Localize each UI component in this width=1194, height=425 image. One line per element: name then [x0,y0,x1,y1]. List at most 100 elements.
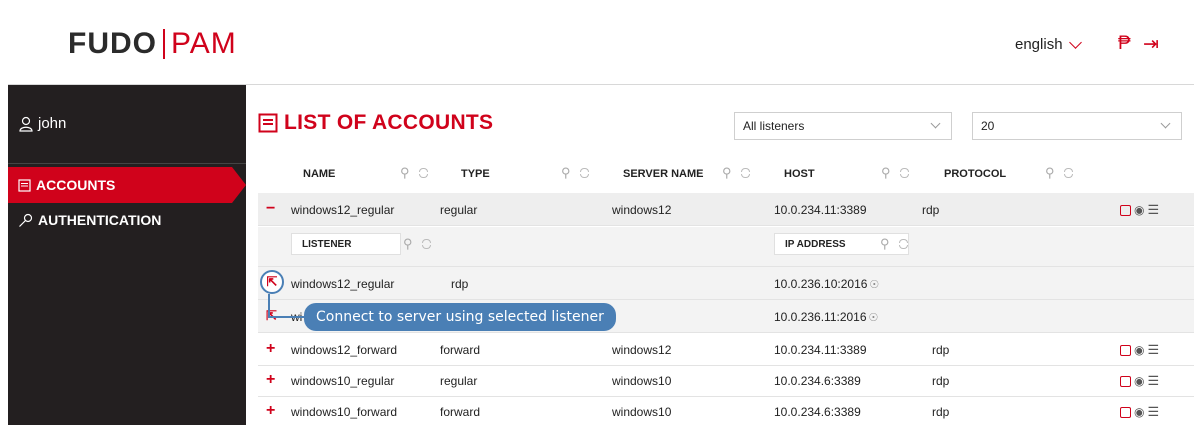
edit-icon[interactable] [1120,344,1131,356]
connect-icon[interactable]: ⇱ [260,270,284,294]
tooltip: Connect to server using selected listene… [304,303,616,331]
host-column-tools: ⚲ [881,165,909,181]
cell-name: windows10_regular [291,374,395,388]
sort-icon[interactable] [579,167,589,179]
list-icon[interactable]: ☰ [1147,373,1159,389]
language-selector[interactable]: english [1015,35,1082,53]
sort-icon[interactable] [899,167,909,179]
list-icon[interactable]: ☰ [1147,404,1159,420]
listener-subheader-row: LISTENER ⚲ IP ADDRESS ⚲ [258,227,1194,267]
callout-line [268,316,304,318]
row-actions: ◉ ☰ [1120,373,1159,389]
eye-icon[interactable]: ◉ [1134,374,1144,388]
search-icon[interactable]: ⚲ [400,165,410,181]
edit-icon[interactable] [1120,406,1131,418]
sort-icon[interactable] [898,238,908,250]
cell-protocol: rdp [932,343,950,357]
column-header-name[interactable]: NAME [303,163,335,185]
table-row[interactable]: − windows12_regular regular windows12 10… [258,193,1194,226]
logo-fudo: FUDO [68,27,157,60]
page-size-value: 20 [981,119,995,133]
eye-icon[interactable]: ◉ [1134,405,1144,419]
subheader-ip-label: IP ADDRESS [785,238,846,250]
cell-server: windows12 [612,343,672,357]
list-icon[interactable]: ☰ [1147,202,1159,218]
search-icon[interactable]: ⚲ [880,236,890,252]
protocol-column-tools: ⚲ [1045,165,1073,181]
type-column-tools: ⚲ [561,165,589,181]
cell-server: windows10 [612,405,672,419]
name-column-tools: ⚲ [400,165,428,181]
listener-ip-value: 10.0.236.11:2016 [774,310,867,324]
table-row[interactable]: + windows10_regular regular windows10 10… [258,364,1194,397]
key-icon [19,213,33,227]
listener-filter-select[interactable]: All listeners [734,112,952,140]
page-title: LIST OF ACCOUNTS [258,111,493,135]
logo-pam: PAM [171,27,237,60]
page-title-text: LIST OF ACCOUNTS [284,111,494,134]
table-row[interactable]: + windows12_forward forward windows12 10… [258,333,1194,366]
sidebar-item-accounts[interactable]: ACCOUNTS [8,167,246,203]
search-icon[interactable]: ⚲ [881,165,891,181]
search-icon[interactable]: ⚲ [561,165,571,181]
sort-icon[interactable] [421,238,431,250]
list-icon[interactable]: ☰ [1147,342,1159,358]
eye-icon[interactable]: ◉ [1134,203,1144,217]
edit-icon[interactable] [1120,375,1131,387]
sidebar-divider [8,163,246,164]
expand-icon[interactable]: + [266,402,275,420]
cell-type: forward [440,405,481,419]
language-label: english [1015,36,1063,53]
column-header-type[interactable]: TYPE [461,163,490,185]
page-size-select[interactable]: 20 [972,112,1182,140]
server-column-tools: ⚲ [722,165,750,181]
subheader-listener-label: LISTENER [302,238,352,250]
subheader-listener[interactable]: LISTENER [291,233,401,255]
sort-icon[interactable] [1063,167,1073,179]
listener-row[interactable]: ⇱ windows12_regular rdp 10.0.236.10:2016… [258,267,1194,300]
help-icon[interactable]: ₱ [1118,33,1131,55]
sidebar-item-label: ACCOUNTS [36,177,116,193]
user-name: john [38,115,67,132]
search-icon[interactable]: ⚲ [722,165,732,181]
column-header-protocol[interactable]: PROTOCOL [944,163,1006,185]
user-menu[interactable]: john [18,115,66,132]
cell-type: regular [440,374,478,388]
search-icon[interactable]: ⚲ [403,236,413,252]
logo: FUDO PAM [68,27,237,61]
cell-protocol: rdp [932,405,950,419]
sidebar-item-authentication[interactable]: AUTHENTICATION [18,212,161,228]
collapse-icon[interactable]: − [266,200,275,218]
cell-type: regular [440,203,478,217]
ip-column-tools: ⚲ [880,236,908,252]
user-icon [19,116,33,132]
sidebar-item-label: AUTHENTICATION [38,212,162,228]
accounts-icon [18,178,31,192]
cell-protocol: rdp [932,374,950,388]
row-actions: ◉ ☰ [1120,404,1159,420]
edit-icon[interactable] [1120,204,1131,216]
column-header-host[interactable]: HOST [784,163,815,185]
search-icon[interactable]: ⚲ [1045,165,1055,181]
cell-server: windows10 [612,374,672,388]
globe-icon: ☉ [868,312,879,324]
cell-name: windows12_regular [291,203,395,217]
sidebar: john ACCOUNTS AUTHENTICATION [8,85,246,425]
expand-icon[interactable]: + [266,340,275,358]
cell-protocol: rdp [922,203,940,217]
sort-icon[interactable] [740,167,750,179]
row-actions: ◉ ☰ [1120,342,1159,358]
cell-listener-protocol: rdp [451,277,469,291]
table-row[interactable]: + windows10_forward forward windows10 10… [258,395,1194,425]
chevron-down-icon [1160,118,1171,129]
callout-line [268,294,270,318]
cell-listener-ip: 10.0.236.11:2016 ☉ [774,310,878,324]
column-header-server-name[interactable]: SERVER NAME [623,163,703,185]
logout-icon[interactable]: ⇥ [1143,33,1159,56]
eye-icon[interactable]: ◉ [1134,343,1144,357]
expand-icon[interactable]: + [266,371,275,389]
logo-separator [163,29,165,59]
sort-icon[interactable] [418,167,428,179]
cell-listener-name: windows12_regular [291,277,395,291]
globe-icon: ☉ [869,279,880,291]
